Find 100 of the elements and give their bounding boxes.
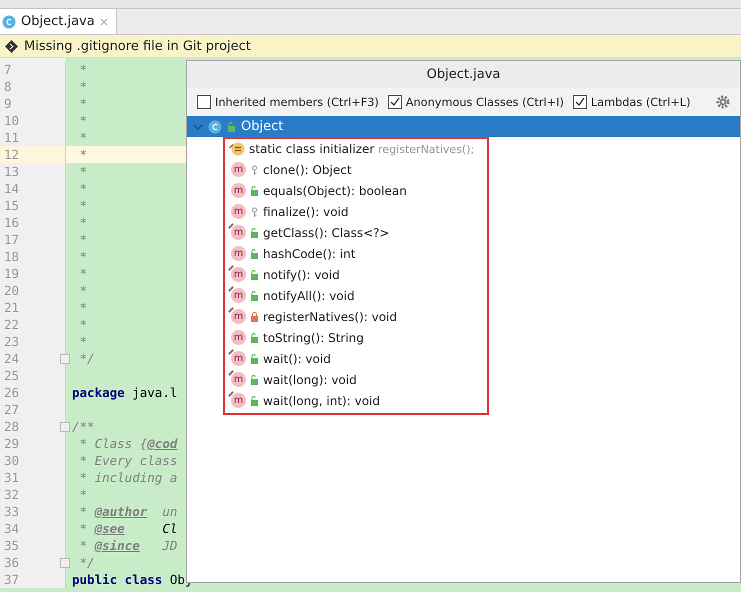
member-label[interactable]: getClass(): Class<?> xyxy=(263,226,390,240)
editor-tab[interactable]: Object.java xyxy=(0,9,117,34)
code-line: package java.l xyxy=(72,384,178,401)
method-icon: m xyxy=(231,183,246,198)
line-number: 30 xyxy=(4,453,20,468)
line-number: 37 xyxy=(4,572,20,587)
line-number: 29 xyxy=(4,436,20,451)
line-number: 27 xyxy=(4,402,20,417)
code-line: * @author un xyxy=(78,503,178,520)
line-number: 35 xyxy=(4,538,20,553)
member-label[interactable]: equals(Object): boolean xyxy=(263,184,407,198)
line-number: 15 xyxy=(4,198,20,213)
popup-title: Object.java xyxy=(426,67,500,82)
code-line: * xyxy=(78,282,88,299)
member-label[interactable]: registerNatives(): void xyxy=(263,310,397,324)
code-line: * xyxy=(78,265,88,282)
code-line: * xyxy=(78,333,88,350)
line-number: 19 xyxy=(4,266,20,281)
line-number: 14 xyxy=(4,181,20,196)
fold-marker[interactable] xyxy=(60,354,70,364)
method-icon: m xyxy=(231,204,246,219)
filter-checkbox[interactable]: Inherited members (Ctrl+F3) xyxy=(197,95,379,109)
method-icon: m xyxy=(231,267,246,282)
checkbox[interactable] xyxy=(197,95,211,109)
method-icon: m xyxy=(231,162,246,177)
line-number: 24 xyxy=(4,351,20,366)
line-number: 28 xyxy=(4,419,20,434)
line-number: 25 xyxy=(4,368,20,383)
member-label[interactable]: finalize(): void xyxy=(263,204,348,218)
code-line: * @see Cl xyxy=(78,520,178,537)
line-number: 17 xyxy=(4,232,20,247)
diamond-icon xyxy=(5,40,18,52)
code-line: * xyxy=(78,112,88,129)
line-number: 8 xyxy=(4,79,12,94)
fold-marker[interactable] xyxy=(60,422,70,432)
close-icon[interactable] xyxy=(100,18,108,26)
method-icon: m xyxy=(231,225,246,240)
tab-label: Object.java xyxy=(21,14,95,29)
member-label[interactable]: notifyAll(): void xyxy=(263,288,355,302)
code-line: * xyxy=(78,78,88,95)
code-line: * @since JD xyxy=(78,537,178,554)
checkbox[interactable] xyxy=(572,95,587,109)
line-number: 20 xyxy=(4,283,20,298)
line-number: 9 xyxy=(4,96,12,111)
code-line: * xyxy=(78,197,88,214)
code-line: * including a xyxy=(78,469,178,486)
line-number: 32 xyxy=(4,487,20,502)
code-line: * xyxy=(78,163,88,180)
code-line: * xyxy=(78,180,88,197)
line-number: 7 xyxy=(4,62,12,77)
class-icon xyxy=(2,14,16,28)
code-line: * xyxy=(78,486,88,503)
method-icon: m xyxy=(231,393,246,408)
line-number: 18 xyxy=(4,249,20,264)
member-label[interactable]: hashCode(): int xyxy=(263,246,356,260)
class-icon xyxy=(208,120,222,134)
line-number: 16 xyxy=(4,215,20,230)
unlock-icon xyxy=(227,122,236,132)
method-icon: m xyxy=(231,309,246,324)
line-number: 36 xyxy=(4,555,20,570)
line-number: 33 xyxy=(4,504,20,519)
code-line: /** xyxy=(72,418,95,435)
method-icon: m xyxy=(231,288,246,303)
code-line: */ xyxy=(78,554,95,571)
chevron-icon[interactable] xyxy=(193,122,203,132)
method-icon: m xyxy=(231,372,246,387)
member-label[interactable]: wait(): void xyxy=(263,352,331,366)
line-number: 13 xyxy=(4,164,20,179)
code-line: * xyxy=(78,129,88,146)
line-number: 21 xyxy=(4,300,20,315)
code-line: * Every class xyxy=(78,452,178,469)
member-label[interactable]: wait(long, int): void xyxy=(263,394,380,408)
code-line: * xyxy=(78,61,88,78)
code-line: * xyxy=(78,214,88,231)
line-number: 11 xyxy=(4,130,20,145)
code-line: * xyxy=(78,299,88,316)
method-icon: m xyxy=(231,330,246,345)
member-label[interactable]: notify(): void xyxy=(263,268,340,282)
settings-icon[interactable] xyxy=(716,95,730,109)
member-label[interactable]: clone(): Object xyxy=(263,162,352,176)
line-number: 34 xyxy=(4,521,20,536)
code-line: * xyxy=(78,231,88,248)
code-line: * xyxy=(78,316,88,333)
line-number: 31 xyxy=(4,470,20,485)
code-line: */ xyxy=(78,350,95,367)
tree-root-item[interactable]: Object xyxy=(187,116,740,137)
code-line: * Class {@cod xyxy=(78,435,178,452)
fold-marker[interactable] xyxy=(60,558,70,568)
line-number: 10 xyxy=(4,113,20,128)
code-line: * xyxy=(78,95,88,112)
member-label[interactable]: static class initializer registerNatives(); xyxy=(249,142,474,156)
filter-checkbox[interactable]: Anonymous Classes (Ctrl+I) xyxy=(388,95,564,109)
notification-text: Missing .gitignore file in Git project xyxy=(24,38,251,54)
member-label[interactable]: wait(long): void xyxy=(263,372,357,386)
member-label[interactable]: toString(): String xyxy=(263,330,364,344)
line-number: 23 xyxy=(4,334,20,349)
code-line: * xyxy=(78,146,88,163)
method-icon: m xyxy=(231,246,246,261)
filter-checkbox[interactable]: Lambdas (Ctrl+L) xyxy=(572,95,690,109)
checkbox[interactable] xyxy=(388,95,402,109)
